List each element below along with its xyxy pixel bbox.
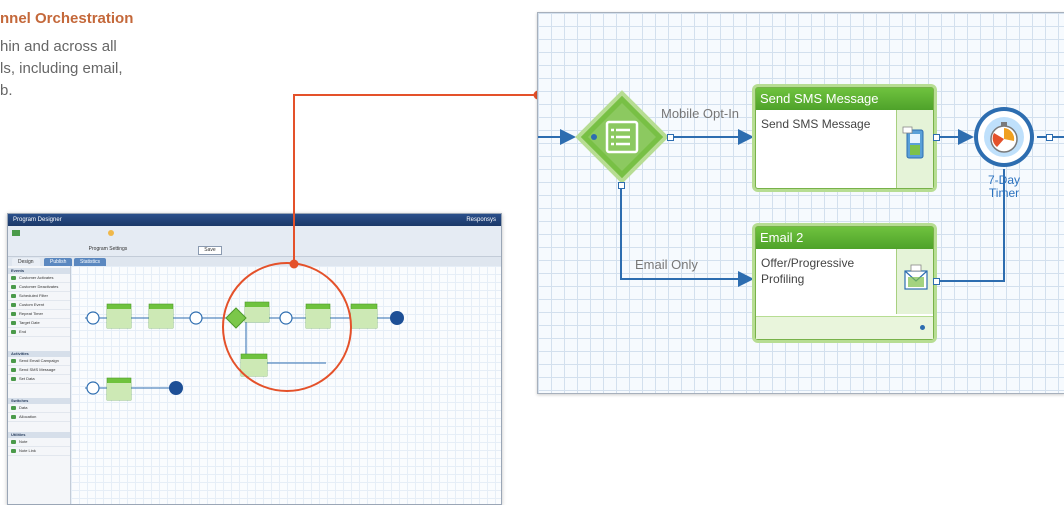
switch-node[interactable] [574, 89, 670, 185]
palette-item[interactable]: End [8, 328, 70, 337]
palette-item[interactable]: Scheduled Filter [8, 292, 70, 301]
node-header: Email 2 [756, 227, 933, 249]
palette-item[interactable]: Target Date [8, 319, 70, 328]
email-campaign-icon [904, 264, 928, 290]
palette-item[interactable]: Note [8, 438, 70, 447]
bulb-icon [108, 230, 114, 236]
node-footer [756, 316, 933, 339]
node-icon-area [896, 249, 933, 314]
node-header: Send SMS Message [756, 88, 933, 110]
mini-palette: Events Customer Activates Customer Deact… [8, 266, 71, 504]
mini-flow-diagram [85, 301, 404, 401]
blurb-title: nnel Orchestration [0, 10, 134, 27]
palette-item[interactable]: Customer Activates [8, 274, 70, 283]
palette-item[interactable]: Custom Event [8, 301, 70, 310]
palette-item[interactable]: Note Link [8, 447, 70, 456]
mobile-phone-icon [902, 126, 924, 159]
mini-brand: Responsys [466, 217, 496, 223]
node-status-dot [920, 325, 925, 330]
program-designer-thumbnail: Program Designer Responsys Program Setti… [7, 213, 502, 505]
stopwatch-icon [974, 107, 1034, 167]
leaf-icon [12, 230, 20, 236]
zoomed-canvas[interactable]: Mobile Opt-In Email Only Send SMS Messag… [537, 12, 1064, 394]
blurb-line: b. [0, 82, 13, 99]
node-body: Offer/Progressive Profiling [756, 249, 859, 293]
port[interactable] [1046, 134, 1053, 141]
email-2-node[interactable]: Email 2 Offer/Progressive Profiling [755, 226, 934, 340]
palette-item[interactable]: Allocation [8, 413, 70, 422]
timer-node[interactable] [972, 105, 1036, 169]
port[interactable] [618, 182, 625, 189]
mini-titlebar: Program Designer Responsys [8, 214, 501, 226]
node-body: Send SMS Message [761, 117, 871, 131]
port[interactable] [933, 134, 940, 141]
palette-item[interactable]: Set Data [8, 375, 70, 384]
palette-item[interactable]: Repeat Timer [8, 310, 70, 319]
mini-save-button[interactable]: Save [198, 246, 222, 255]
palette-item[interactable]: Customer Deactivates [8, 283, 70, 292]
node-body-line: Offer/Progressive [761, 256, 855, 270]
node-body-line: Profiling [761, 272, 805, 286]
edge-label-mobile-opt-in: Mobile Opt-In [661, 106, 740, 121]
send-sms-node[interactable]: Send SMS Message Send SMS Message [755, 87, 934, 189]
mini-app-title: Program Designer [13, 217, 62, 223]
timer-label-line: Timer [988, 186, 1020, 200]
blurb-line: hin and across all [0, 38, 117, 55]
mini-toolbar: Program Settings Save [8, 226, 501, 257]
mini-settings-label[interactable]: Program Settings [68, 246, 148, 252]
palette-item[interactable]: Send Email Campaign [8, 357, 70, 366]
port[interactable] [933, 278, 940, 285]
mini-canvas[interactable] [71, 266, 501, 504]
switch-icon [575, 90, 669, 184]
blurb-line: ls, including email, [0, 60, 123, 77]
palette-item[interactable]: Send SMS Message [8, 366, 70, 375]
port[interactable] [667, 134, 674, 141]
node-icon-area [896, 110, 933, 188]
edge-label-email-only: Email Only [635, 257, 698, 272]
timer-label: 7-Day Timer [974, 174, 1034, 200]
palette-item[interactable]: Data [8, 404, 70, 413]
